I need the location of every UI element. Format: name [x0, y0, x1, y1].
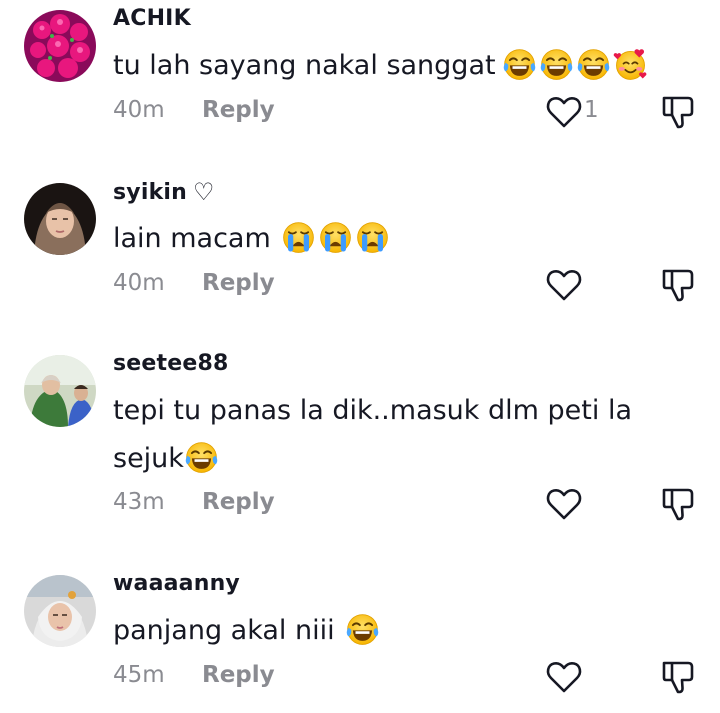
timestamp: 40m	[113, 97, 165, 123]
heart-icon[interactable]	[544, 484, 584, 524]
username[interactable]: syikin ♡	[113, 177, 215, 206]
username[interactable]: waaaanny	[113, 571, 240, 596]
reply-button[interactable]: Reply	[202, 489, 275, 515]
comment-meta: 40m Reply	[113, 97, 275, 127]
reply-button[interactable]: Reply	[202, 97, 275, 123]
username-text: syikin	[113, 180, 188, 205]
face-with-tears-of-joy-icon	[539, 47, 574, 82]
emoji-group	[184, 433, 221, 481]
timestamp: 45m	[113, 662, 165, 688]
face-with-tears-of-joy-icon	[345, 612, 380, 647]
comment-text-content: tu lah sayang nakal sanggat	[113, 50, 496, 81]
timestamp: 43m	[113, 489, 165, 515]
smiling-face-with-hearts-icon	[613, 47, 648, 82]
comment-text: panjang akal niii	[113, 607, 673, 656]
comment-item: syikin ♡ lain macam 40m Reply	[0, 173, 720, 345]
comment-text-line-2: sejuk	[113, 435, 673, 484]
emoji-group	[502, 40, 650, 88]
comment-text-content: sejuk	[113, 443, 184, 474]
dislike-icon[interactable]	[658, 265, 698, 305]
dislike-icon[interactable]	[658, 484, 698, 524]
heart-icon[interactable]	[544, 92, 584, 132]
comment-item: seetee88 tepi tu panas la dik..masuk dlm…	[0, 345, 720, 565]
comment-meta: 40m Reply	[113, 270, 275, 300]
face-with-tears-of-joy-icon	[502, 47, 537, 82]
loudly-crying-face-icon	[355, 220, 390, 255]
avatar[interactable]	[24, 355, 96, 427]
loudly-crying-face-icon	[318, 220, 353, 255]
comment-text: lain macam	[113, 215, 673, 264]
dislike-icon[interactable]	[658, 92, 698, 132]
like-count: 1	[584, 97, 599, 123]
reply-button[interactable]: Reply	[202, 662, 275, 688]
heart-symbol: ♡	[193, 178, 215, 206]
comment-item: waaaanny panjang akal niii 45m Reply	[0, 565, 720, 713]
comment-text: tu lah sayang nakal sanggat	[113, 42, 673, 91]
avatar[interactable]	[24, 183, 96, 255]
heart-icon[interactable]	[544, 657, 584, 697]
username[interactable]: ACHIK	[113, 6, 191, 31]
emoji-group	[345, 605, 382, 653]
face-with-tears-of-joy-icon	[576, 47, 611, 82]
reply-button[interactable]: Reply	[202, 270, 275, 296]
loudly-crying-face-icon	[281, 220, 316, 255]
avatar[interactable]	[24, 10, 96, 82]
comment-text: tepi tu panas la dik..masuk dlm peti la …	[113, 387, 673, 484]
emoji-group	[281, 213, 392, 261]
username[interactable]: seetee88	[113, 351, 229, 376]
face-with-tears-of-joy-icon	[184, 440, 219, 475]
comment-text-line: tepi tu panas la dik..masuk dlm peti la	[113, 395, 632, 426]
dislike-icon[interactable]	[658, 657, 698, 697]
comment-meta: 43m Reply	[113, 489, 275, 519]
comment-meta: 45m Reply	[113, 662, 275, 692]
comment-text-content: lain macam	[113, 223, 271, 254]
avatar[interactable]	[24, 575, 96, 647]
heart-icon[interactable]	[544, 265, 584, 305]
timestamp: 40m	[113, 270, 165, 296]
comment-item: ACHIK tu lah sayang nakal sanggat 40m Re…	[0, 0, 720, 173]
comment-text-content: panjang akal niii	[113, 615, 335, 646]
